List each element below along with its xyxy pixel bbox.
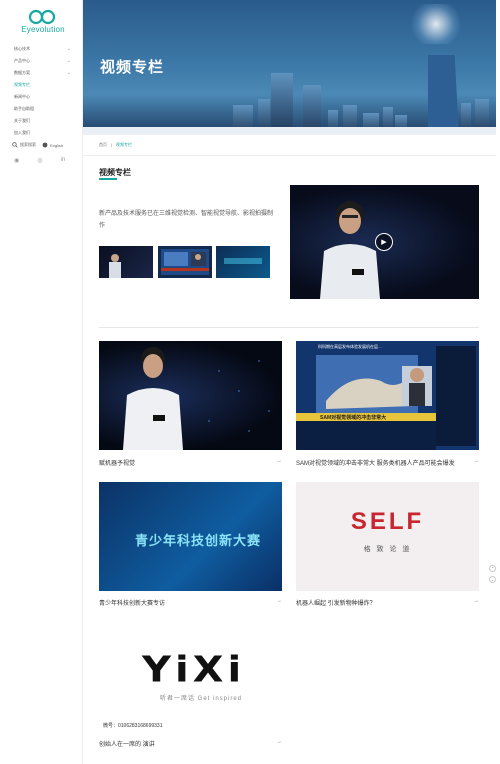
contest-thumbnail-image [224,258,262,264]
sidebar-item-label: 产品中心 [14,58,30,63]
video-card-thumbnail[interactable]: SELF 格 致 论 道 [296,482,479,591]
sidebar-item-join[interactable]: 加入我们 [0,127,83,139]
video-thumbnail[interactable] [158,246,212,278]
logo-mark-icon [28,9,56,25]
video-card-thumbnail[interactable]: 青少年科技创新大赛 [99,482,282,591]
speaker-thumbnail-image [109,254,121,278]
sidebar-item-label: 数据方案 [14,70,30,75]
arrow-right-icon: → [473,598,479,604]
weibo-icon[interactable]: ◎ [37,157,42,164]
card-title: 创始人在一席的 演讲 [99,742,155,748]
video-thumbnail[interactable] [99,246,153,278]
floating-actions: ⌃ ⌄ [489,565,496,583]
sidebar-utility-links: 搜索搜索 English [12,142,63,148]
sidebar-item-label: 核心技术 [14,46,30,51]
breadcrumb-home[interactable]: 首页 [99,142,107,148]
chevron-down-icon: ⌄ [66,46,71,52]
contest-title-text: 青少年科技创新大赛 [135,533,262,548]
share-icon[interactable]: ⌄ [489,576,496,583]
video-card-caption[interactable]: 创始人在一席的 演讲 → [99,739,282,748]
chevron-down-icon: ⌄ [66,58,71,64]
hero-title: 视频专栏 [100,59,165,76]
sidebar-item-products[interactable]: 产品中心 ⌄ [0,55,83,67]
yixi-tagline: 听君一席话 Get inspired [160,696,243,702]
sidebar-nav: 核心技术 ⌄ 产品中心 ⌄ 数据方案 ⌄ 视频专栏 新闻中心 助手自助租 关于我们 加… [0,43,83,139]
sidebar-item-label: 助手自助租 [14,106,34,111]
yixi-account: 微号：0106283168699331 [103,723,163,729]
section-title: 视频专栏 [99,168,131,177]
language-link-label: English [50,142,64,148]
linkedin-icon[interactable]: in [61,157,66,164]
section-title-underline [99,178,117,180]
breadcrumb: 首页 | 视频专栏 [99,142,132,148]
card-title: 机器人崛起 引发新物种爆炸？ [296,601,376,607]
sidebar-item-about[interactable]: 关于我们 [0,115,83,127]
hero-banner: 视频专栏 [83,0,496,135]
sidebar-item-videos[interactable]: 视频专栏 [0,79,83,91]
social-links: ◉ ◎ in [14,157,65,164]
tv-news-thumbnail-image [161,249,209,275]
arrow-right-icon: → [276,739,282,745]
search-link-label: 搜索搜索 [20,142,36,147]
video-card-thumbnail[interactable] [99,341,282,450]
back-to-top-icon[interactable]: ⌃ [489,565,496,572]
video-card-caption[interactable]: 赋机器予视觉 → [99,458,282,467]
video-card-caption[interactable]: SAM对视觉领域的冲击非常大 服务类机器人产品可能会爆发 → [296,458,479,467]
self-sub-text: 格 致 论 道 [363,546,412,553]
yixi-logo[interactable]: YiXi [142,649,245,690]
tv-news-image [296,341,479,450]
sidebar: Eyevolution 核心技术 ⌄ 产品中心 ⌄ 数据方案 ⌄ 视频专栏 新闻中心 … [0,0,83,764]
divider [99,327,479,328]
video-card-caption[interactable]: 机器人崛起 引发新物种爆炸？ → [296,598,479,607]
main-video-player[interactable]: ▶ [290,185,479,299]
company-logo[interactable]: Eyevolution [14,9,72,37]
breadcrumb-current: 视频专栏 [116,142,133,147]
card-title: 青少年科技创新大赛专访 [99,601,166,607]
card-title: SAM对视觉领域的冲击非常大 服务类机器人产品可能会爆发 [296,461,455,467]
arrow-right-icon: → [276,598,282,604]
search-icon [12,142,18,148]
video-card-caption[interactable]: 青少年科技创新大赛专访 → [99,598,282,607]
sidebar-item-label: 加入我们 [14,130,30,135]
logo-text: Eyevolution [21,25,65,34]
sidebar-item-tech[interactable]: 核心技术 ⌄ [0,43,83,55]
chevron-down-icon: ⌄ [66,70,71,76]
sidebar-item-label: 新闻中心 [14,94,30,99]
video-card-thumbnail[interactable]: 科科期在高层发布体验发展机在层… SAM对视觉领域的冲击非常大 [296,341,479,450]
search-link[interactable]: 搜索搜索 [12,142,36,148]
language-link[interactable]: English [42,142,63,148]
speaker-stage-image [123,347,270,450]
self-logo-text: SELF [350,508,425,535]
arrow-right-icon: → [473,458,479,464]
sidebar-item-news[interactable]: 新闻中心 [0,91,83,103]
tv-banner-text: SAM对视觉领域的冲击非常大 [320,415,387,421]
wechat-icon[interactable]: ◉ [14,157,19,164]
sidebar-item-label: 视频专栏 [14,82,30,87]
card-title: 赋机器予视觉 [99,461,136,467]
video-thumbnail[interactable] [216,246,270,278]
sidebar-item-rental[interactable]: 助手自助租 [0,103,83,115]
sidebar-item-solutions[interactable]: 数据方案 ⌄ [0,67,83,79]
section-intro: 新产品及技术服务已在三维视觉检测、智能视觉导航、影视拍摄制作 [99,211,274,229]
play-button[interactable]: ▶ [375,233,393,251]
arrow-right-icon: → [276,458,282,464]
divider [83,155,496,156]
sidebar-item-label: 关于我们 [14,118,30,123]
tv-headline: 科科期在高层发布体验发展机在层… [318,344,382,349]
sun-glow [406,4,466,44]
breadcrumb-separator: | [111,142,113,147]
globe-icon [42,142,48,148]
